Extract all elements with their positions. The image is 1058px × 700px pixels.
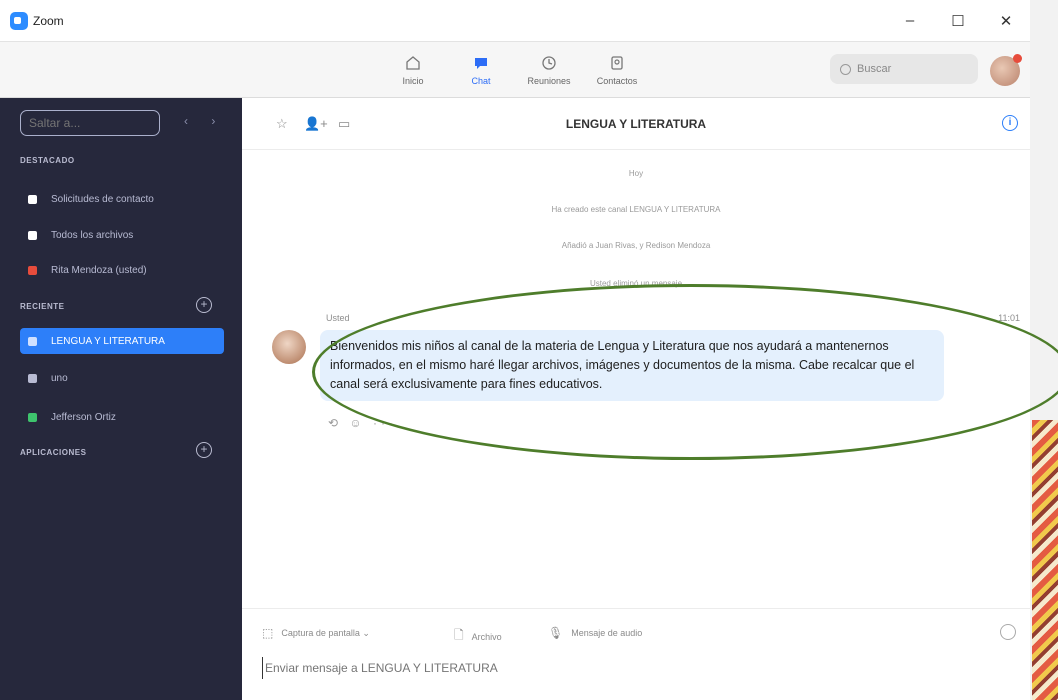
starred-section-label: DESTACADO: [20, 156, 75, 165]
avatar[interactable]: [272, 330, 306, 364]
search-placeholder: Buscar: [857, 63, 892, 75]
audio-label: Mensaje de audio: [571, 628, 643, 638]
channel-title: LENGUA Y LITERATURA: [565, 117, 707, 131]
title-bar: Zoom – ☐ ✕: [0, 0, 1030, 42]
sidebar-item-personal[interactable]: Rita Mendoza (usted): [20, 257, 224, 283]
profile-avatar[interactable]: [990, 54, 1022, 86]
chat-panel: ☆ 👤+ ▭ LENGUA Y LITERATURA i Hoy Ha crea…: [242, 98, 1058, 700]
apps-section-label: APLICACIONES: [20, 448, 87, 457]
tab-meetings[interactable]: Reuniones: [518, 46, 580, 92]
window-title: Zoom: [33, 13, 64, 28]
chat-header: ☆ 👤+ ▭ LENGUA Y LITERATURA i: [242, 98, 1030, 150]
message-actions[interactable]: ⟲ ☺ ···: [328, 416, 397, 430]
date-divider: Hoy: [628, 169, 644, 178]
message-input[interactable]: [262, 657, 1002, 679]
recent-section-label: RECIENTE: [20, 302, 65, 311]
chat-icon: [471, 53, 491, 73]
sidebar-item-label: Rita Mendoza (usted): [51, 264, 147, 276]
message-bubble[interactable]: Bienvenidos mis niños al canal de la mat…: [320, 330, 944, 401]
sidebar-item-label: uno: [51, 372, 68, 384]
system-message: Ha creado este canal LENGUA Y LITERATURA: [551, 205, 721, 214]
sidebar-item-jefferson-ortiz[interactable]: Jefferson Ortiz: [20, 404, 224, 430]
add-recent-button[interactable]: +: [196, 297, 212, 313]
clock-icon: [539, 53, 559, 73]
add-app-button[interactable]: +: [196, 442, 212, 458]
message-composer: ⬚ Captura de pantalla ⌄ 🗋 Archivo 🎙 Mens…: [242, 608, 1030, 700]
user-icon: [28, 412, 37, 422]
screenshot-button[interactable]: ⬚ Captura de pantalla ⌄: [262, 626, 370, 640]
file-icon: [28, 230, 37, 240]
audio-message-button[interactable]: 🎙 Mensaje de audio: [548, 626, 642, 640]
contacts-icon: [607, 53, 627, 73]
file-icon: 🗋: [454, 628, 464, 642]
jump-to-input[interactable]: [20, 110, 160, 136]
sidebar-item-lengua-y-literatura[interactable]: LENGUA Y LITERATURA: [20, 328, 224, 354]
window-controls: – ☐ ✕: [886, 0, 1030, 42]
personal-icon: [28, 265, 37, 275]
file-button[interactable]: 🗋 Archivo: [454, 626, 502, 647]
screenshot-label: Captura de pantalla ⌄: [281, 627, 370, 638]
tab-meetings-label: Reuniones: [527, 75, 571, 86]
decorative-art: [1032, 420, 1058, 700]
sidebar: ‹ › DESTACADO Solicitudes de contacto To…: [0, 98, 242, 700]
channel-icon: [28, 336, 37, 346]
sidebar-item-all-files[interactable]: Todos los archivos: [20, 222, 224, 248]
top-navigation: Inicio Chat Reuniones Contactos Buscar: [0, 42, 1030, 98]
minimize-button[interactable]: –: [886, 0, 934, 42]
nav-tabs: Inicio Chat Reuniones Contactos: [382, 46, 648, 92]
message-author: Usted: [326, 313, 350, 323]
search-icon: [840, 63, 851, 75]
system-message: Añadió a Juan Rivas, y Redison Mendoza: [561, 241, 711, 250]
sidebar-item-contact-requests[interactable]: Solicitudes de contacto: [20, 186, 224, 212]
tab-contacts[interactable]: Contactos: [586, 46, 648, 92]
sidebar-item-label: Jefferson Ortiz: [51, 411, 116, 423]
close-button[interactable]: ✕: [982, 0, 1030, 42]
sidebar-item-label: LENGUA Y LITERATURA: [51, 335, 165, 347]
system-message: Usted eliminó un mensaje: [589, 279, 683, 288]
sidebar-item-uno[interactable]: uno: [20, 365, 224, 391]
message-time: 11:01: [998, 313, 1020, 323]
emoji-icon[interactable]: [1000, 624, 1016, 640]
contact-request-icon: [28, 194, 37, 204]
info-icon[interactable]: i: [1002, 115, 1018, 131]
channel-icon: [28, 373, 37, 383]
search-input[interactable]: Buscar: [830, 54, 978, 84]
home-icon: [403, 53, 423, 73]
tab-chat[interactable]: Chat: [450, 46, 512, 92]
history-arrows[interactable]: ‹ ›: [184, 114, 225, 128]
tab-home-label: Inicio: [402, 75, 424, 86]
tab-chat-label: Chat: [471, 75, 491, 86]
zoom-logo-icon: [10, 11, 28, 30]
sidebar-item-label: Solicitudes de contacto: [51, 193, 154, 205]
microphone-icon: 🎙: [548, 626, 564, 640]
tab-contacts-label: Contactos: [596, 75, 638, 86]
file-label: Archivo: [471, 631, 502, 642]
sidebar-item-label: Todos los archivos: [51, 229, 134, 241]
screenshot-icon: ⬚: [262, 626, 274, 640]
maximize-button[interactable]: ☐: [934, 0, 982, 42]
tab-home[interactable]: Inicio: [382, 46, 444, 92]
